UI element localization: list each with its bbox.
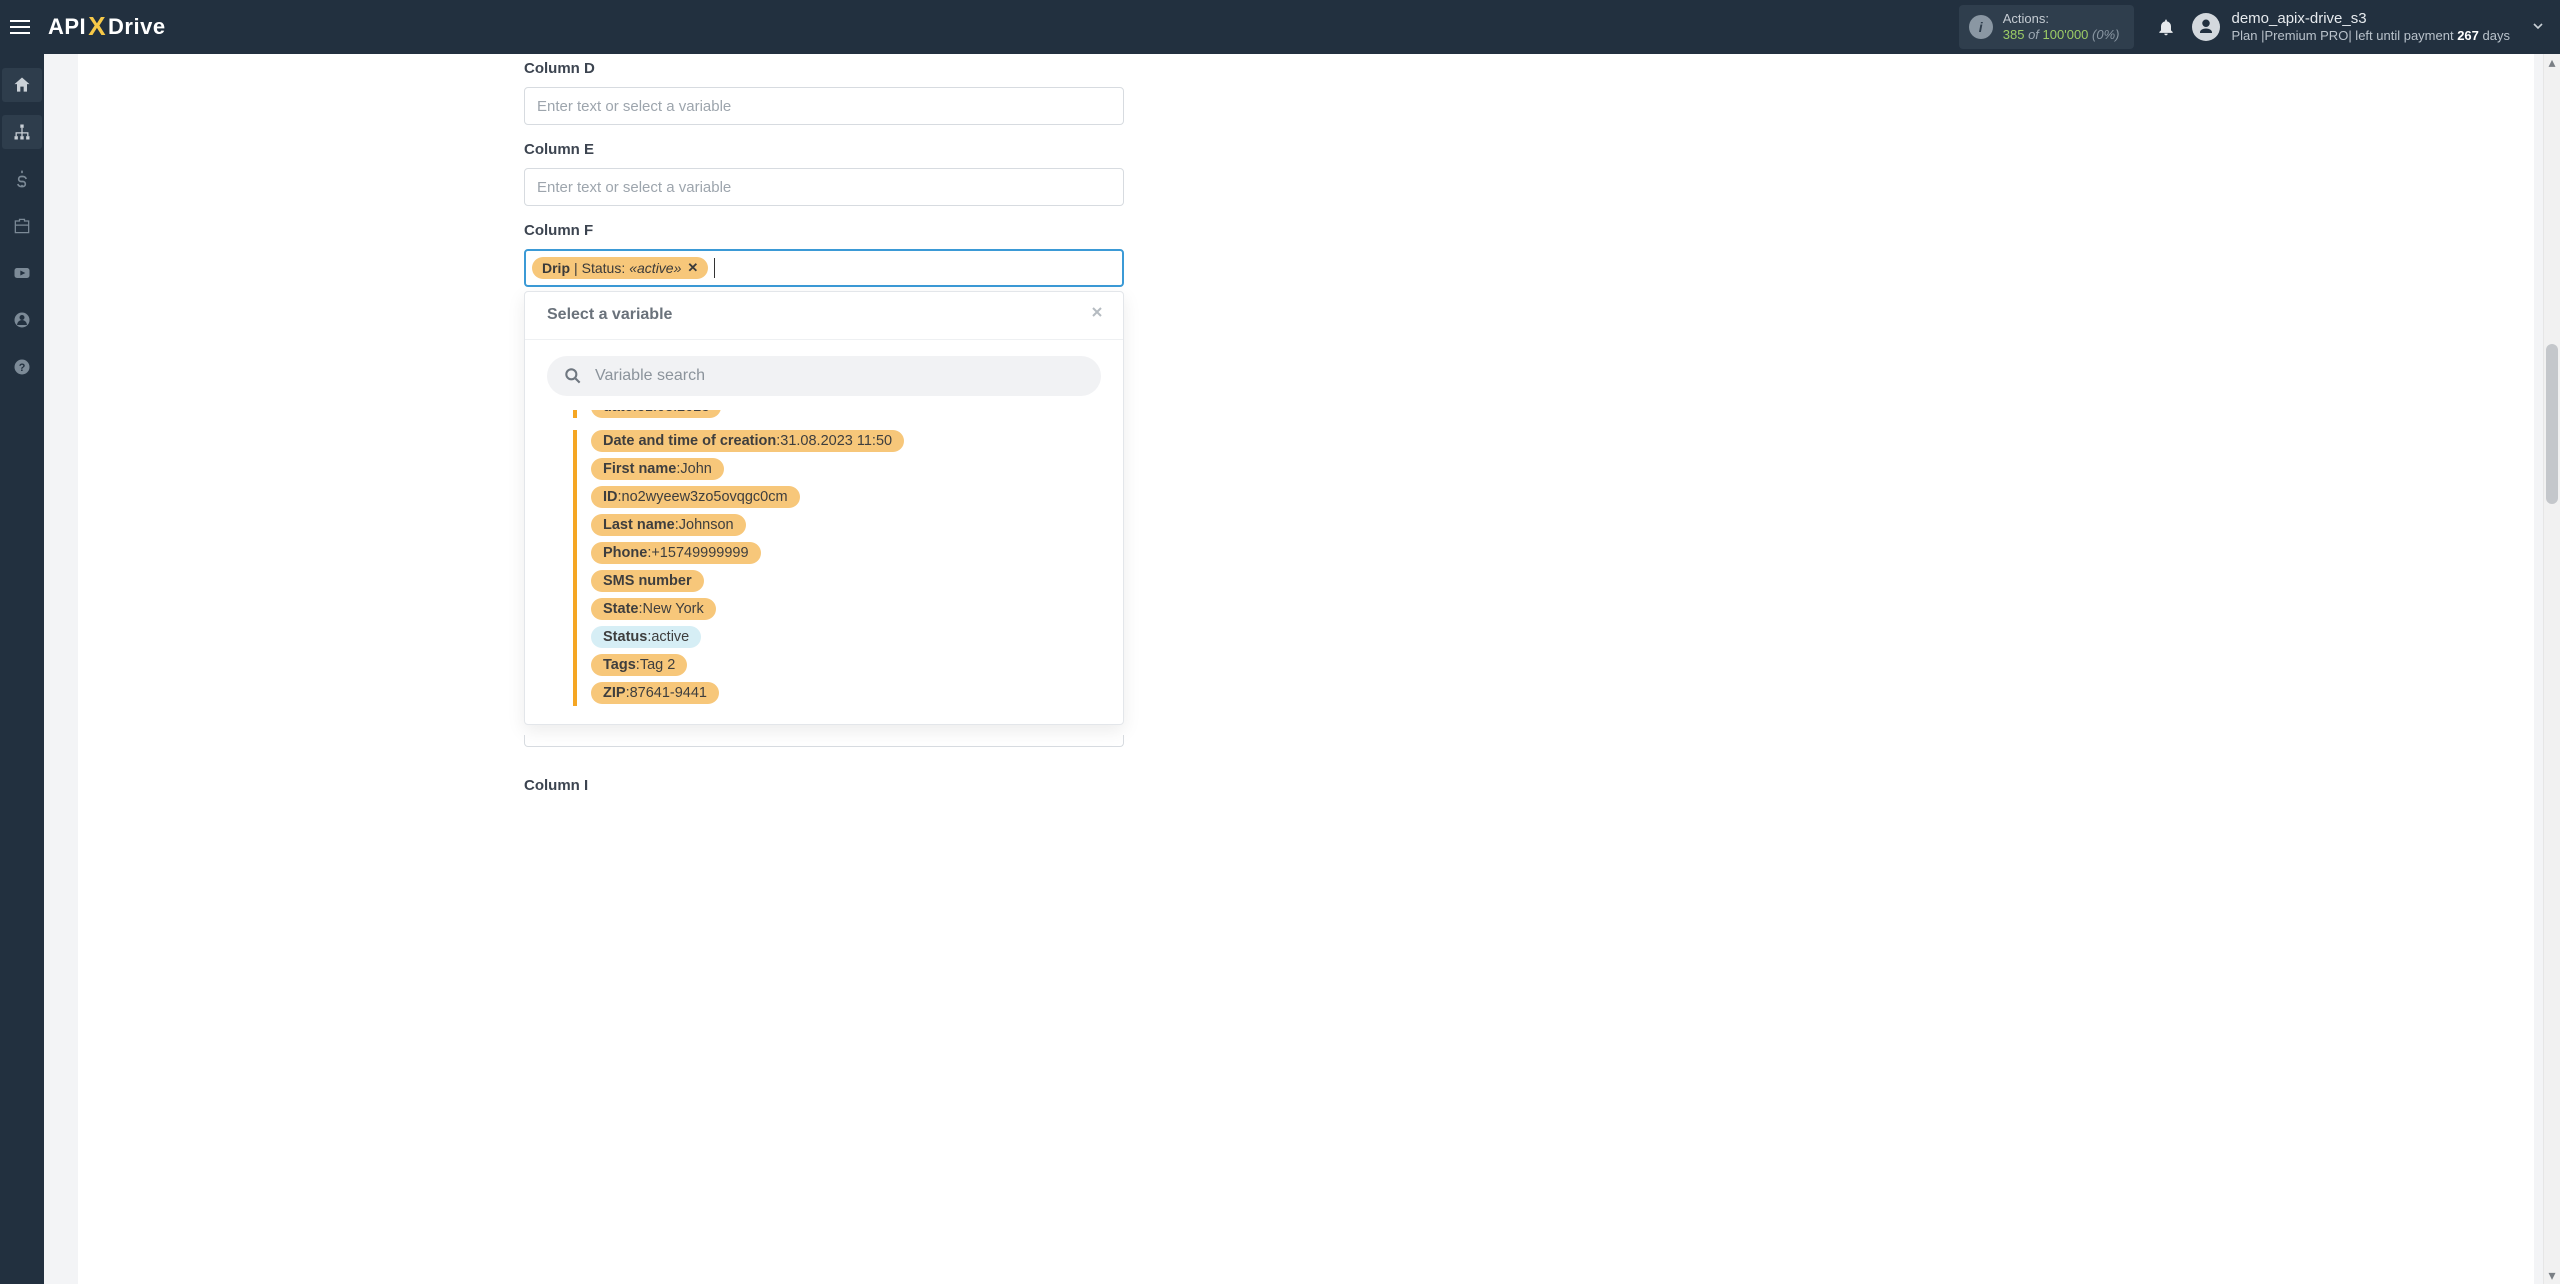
user-info[interactable]: demo_apix-drive_s3 Plan |Premium PRO| le… bbox=[2232, 9, 2511, 45]
variable-item[interactable]: State: New York bbox=[591, 598, 716, 620]
variable-value: 87641-9441 bbox=[630, 685, 707, 701]
variable-item[interactable]: Tags: Tag 2 bbox=[591, 654, 687, 676]
variable-item[interactable]: Phone: +15749999999 bbox=[591, 542, 761, 564]
variable-item[interactable]: SMS number bbox=[591, 570, 704, 592]
scroll-down-icon[interactable]: ▾ bbox=[2544, 1267, 2560, 1284]
variable-key: Status bbox=[603, 629, 647, 645]
chevron-down-icon[interactable] bbox=[2530, 18, 2546, 37]
actions-summary[interactable]: i Actions: 385 of 100'000 (0%) bbox=[1959, 5, 2134, 50]
variable-key: Tags bbox=[603, 657, 636, 673]
sidebar-item-billing[interactable] bbox=[2, 162, 42, 196]
variable-key: First name bbox=[603, 461, 676, 477]
token-value: «active» bbox=[629, 260, 681, 276]
scroll-up-icon[interactable]: ▴ bbox=[2544, 54, 2560, 71]
sidebar-item-connections[interactable] bbox=[2, 115, 42, 149]
input-column-f[interactable]: Drip | Status: «active» ✕ bbox=[524, 249, 1124, 287]
sidebar-item-cases[interactable] bbox=[2, 209, 42, 243]
variable-key: Date and time of creation bbox=[603, 433, 776, 449]
menu-toggle[interactable] bbox=[10, 15, 34, 39]
text-cursor bbox=[714, 258, 715, 278]
variable-key: ZIP bbox=[603, 685, 626, 701]
variable-search-input[interactable] bbox=[595, 367, 1085, 385]
variable-item-peek[interactable]: date: 31.08.2023 bbox=[591, 410, 721, 418]
label-column-d: Column D bbox=[524, 60, 1124, 77]
plan-line: Plan |Premium PRO| left until payment 26… bbox=[2232, 28, 2511, 45]
variable-key: Last name bbox=[603, 517, 675, 533]
close-icon[interactable] bbox=[1089, 304, 1105, 325]
scrollbar-thumb[interactable] bbox=[2546, 344, 2558, 504]
variable-item[interactable]: Status: active bbox=[591, 626, 701, 648]
variable-key: Phone bbox=[603, 545, 647, 561]
actions-total: 100'000 bbox=[2043, 27, 2089, 42]
input-column-d[interactable] bbox=[524, 87, 1124, 125]
variable-item[interactable]: Date and time of creation: 31.08.2023 11… bbox=[591, 430, 904, 452]
notifications-icon[interactable] bbox=[2156, 17, 2176, 37]
actions-count: 385 bbox=[2003, 27, 2025, 42]
variable-value: John bbox=[680, 461, 711, 477]
input-column-e[interactable] bbox=[524, 168, 1124, 206]
sidebar-item-video[interactable] bbox=[2, 256, 42, 290]
variable-item[interactable]: ZIP: 87641-9441 bbox=[591, 682, 719, 704]
variable-key: State bbox=[603, 601, 638, 617]
variable-value: no2wyeew3zo5ovqgc0cm bbox=[622, 489, 788, 505]
label-column-i: Column I bbox=[524, 777, 1124, 794]
actions-pct: (0%) bbox=[2092, 27, 2119, 42]
scrollbar[interactable]: ▴ ▾ bbox=[2543, 54, 2560, 1284]
main-sidebar: ? bbox=[0, 54, 44, 1284]
info-icon: i bbox=[1969, 15, 1993, 39]
token-status[interactable]: Drip | Status: «active» ✕ bbox=[532, 257, 708, 279]
token-remove-icon[interactable]: ✕ bbox=[687, 260, 698, 276]
input-below-dropdown[interactable] bbox=[524, 735, 1124, 747]
page-canvas: Column D Column E Column F Drip | Status… bbox=[44, 54, 2560, 1284]
sidebar-item-account[interactable] bbox=[2, 303, 42, 337]
app-logo[interactable]: APIXDrive bbox=[48, 12, 166, 43]
actions-of: of bbox=[2028, 27, 2039, 42]
variable-list: Date and time of creation: 31.08.2023 11… bbox=[573, 430, 1101, 706]
variable-item[interactable]: First name: John bbox=[591, 458, 724, 480]
variable-value: active bbox=[651, 629, 689, 645]
field-column-e: Column E bbox=[524, 141, 1124, 206]
logo-text-api: API bbox=[48, 14, 86, 40]
sidebar-item-help[interactable]: ? bbox=[2, 350, 42, 384]
variable-peek-row: date: 31.08.2023 bbox=[573, 410, 1101, 418]
search-icon bbox=[563, 366, 583, 386]
variable-item[interactable]: Last name: Johnson bbox=[591, 514, 746, 536]
actions-text: Actions: 385 of 100'000 (0%) bbox=[2003, 11, 2120, 44]
field-column-f: Column F Drip | Status: «active» ✕ bbox=[524, 222, 1124, 794]
token-field: Status: bbox=[582, 260, 626, 276]
field-column-d: Column D bbox=[524, 60, 1124, 125]
variable-item[interactable]: ID: no2wyeew3zo5ovqgc0cm bbox=[591, 486, 800, 508]
app-header: APIXDrive i Actions: 385 of 100'000 (0%)… bbox=[0, 0, 2560, 54]
variable-search[interactable] bbox=[547, 356, 1101, 396]
variable-key: ID bbox=[603, 489, 618, 505]
logo-text-x: X bbox=[88, 11, 106, 42]
label-column-f: Column F bbox=[524, 222, 1124, 239]
actions-label: Actions: bbox=[2003, 11, 2120, 27]
logo-text-drive: Drive bbox=[108, 14, 166, 40]
sidebar-item-home[interactable] bbox=[2, 68, 42, 102]
variable-value: 31.08.2023 11:50 bbox=[780, 433, 892, 449]
label-column-e: Column E bbox=[524, 141, 1124, 158]
variable-value: +15749999999 bbox=[651, 545, 748, 561]
variable-dropdown: Select a variable bbox=[524, 291, 1124, 725]
user-avatar-icon[interactable] bbox=[2192, 13, 2220, 41]
form-panel: Column D Column E Column F Drip | Status… bbox=[78, 54, 2534, 1284]
svg-text:?: ? bbox=[19, 362, 26, 374]
variable-value: Johnson bbox=[679, 517, 734, 533]
dropdown-title: Select a variable bbox=[547, 306, 672, 324]
username: demo_apix-drive_s3 bbox=[2232, 9, 2511, 29]
variable-value: Tag 2 bbox=[640, 657, 675, 673]
variable-key: SMS number bbox=[603, 573, 692, 589]
token-source: Drip bbox=[542, 260, 570, 276]
variable-value: New York bbox=[643, 601, 704, 617]
